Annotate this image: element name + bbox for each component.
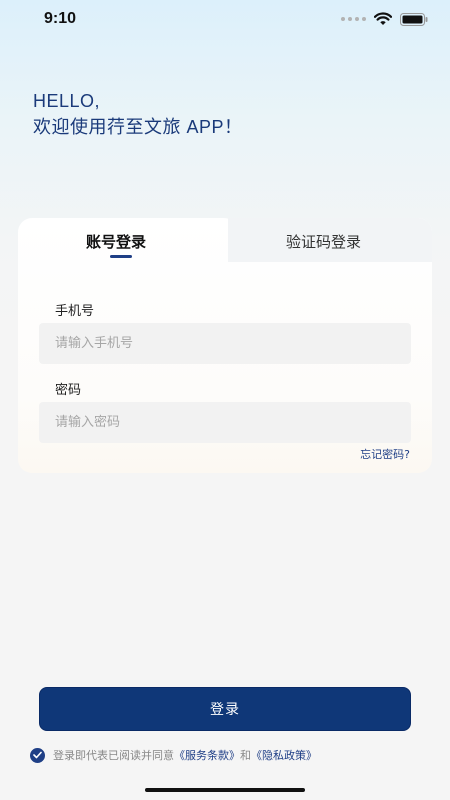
phone-input[interactable] bbox=[39, 323, 411, 364]
tab-code-login[interactable]: 验证码登录 bbox=[286, 231, 361, 252]
phone-label: 手机号 bbox=[55, 304, 95, 319]
home-indicator bbox=[145, 788, 305, 792]
checkmark-icon bbox=[33, 751, 42, 759]
agreement-and: 和 bbox=[240, 749, 251, 762]
signal-dots-icon bbox=[341, 17, 366, 21]
greeting-hello: HELLO, bbox=[33, 91, 101, 111]
agreement-prefix: 登录即代表已阅读并同意 bbox=[53, 749, 174, 762]
forgot-password-link[interactable]: 忘记密码? bbox=[360, 446, 410, 462]
tab-divider-shape bbox=[223, 218, 263, 262]
agreement-checkbox[interactable] bbox=[30, 747, 45, 763]
active-tab-indicator bbox=[110, 255, 132, 258]
wifi-icon bbox=[374, 12, 392, 25]
tab-account-login[interactable]: 账号登录 bbox=[86, 231, 146, 252]
login-button[interactable]: 登录 bbox=[39, 687, 411, 731]
greeting: HELLO, 欢迎使用荇至文旅 APP！ bbox=[33, 88, 243, 140]
status-bar: 9:10 bbox=[0, 0, 450, 40]
tab-bar: 账号登录 验证码登录 bbox=[18, 218, 432, 266]
login-card: 账号登录 验证码登录 手机号 密码 忘记密码? bbox=[18, 218, 432, 473]
agreement-row: 登录即代表已阅读并同意 《服务条款》 和 《隐私政策》 bbox=[30, 747, 317, 763]
password-label: 密码 bbox=[55, 383, 82, 398]
battery-icon bbox=[400, 12, 428, 26]
password-input[interactable] bbox=[39, 402, 411, 443]
status-icons bbox=[341, 12, 428, 26]
terms-of-service-link[interactable]: 《服务条款》 bbox=[174, 747, 240, 763]
greeting-welcome: 欢迎使用荇至文旅 APP！ bbox=[33, 117, 243, 137]
status-time: 9:10 bbox=[44, 10, 77, 27]
privacy-policy-link[interactable]: 《隐私政策》 bbox=[251, 747, 317, 763]
